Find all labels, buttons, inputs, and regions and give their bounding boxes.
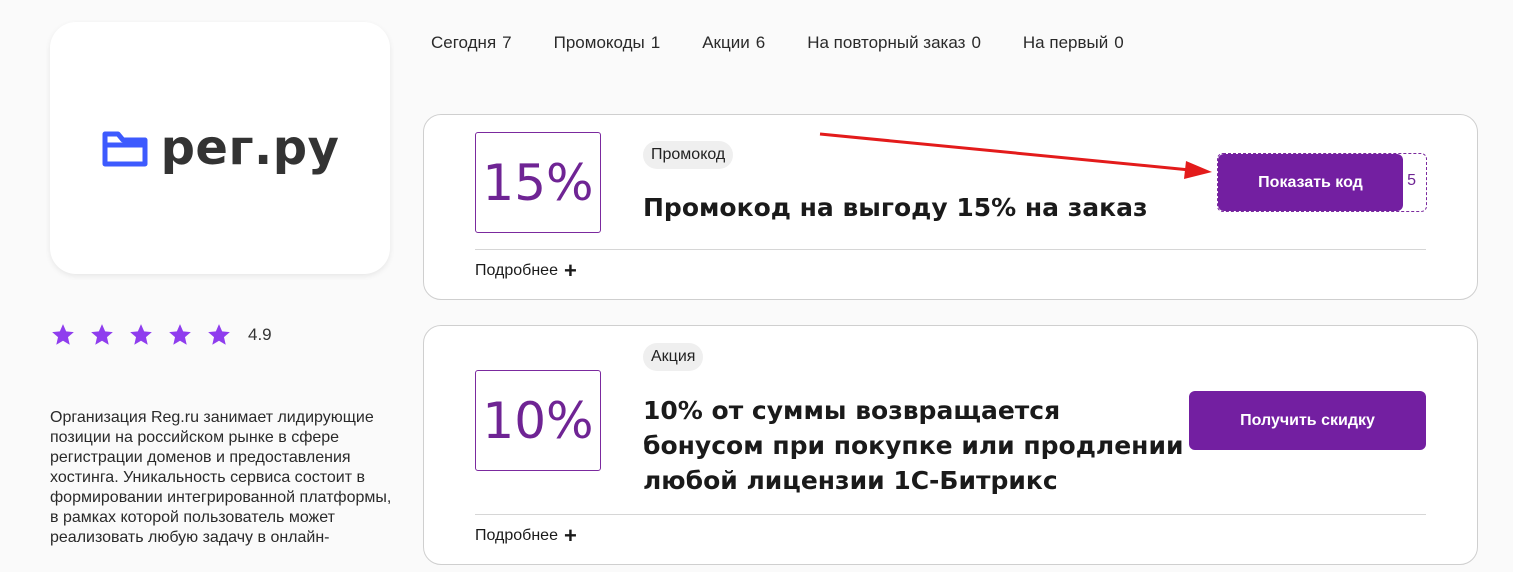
star-icon [91, 324, 113, 345]
tab-today[interactable]: Сегодня 7 [431, 33, 512, 53]
promo-code-hint: 5 [1407, 172, 1416, 189]
rating: 4.9 [50, 322, 272, 348]
offer-title: 10% от суммы возвращается бонусом при по… [643, 396, 1184, 495]
tab-label: Сегодня [431, 33, 497, 52]
tab-count: 0 [971, 33, 981, 52]
details-label: Подробнее [475, 262, 558, 279]
tab-promocodes[interactable]: Промокоды 1 [554, 33, 661, 53]
tab-label: Акции [702, 33, 750, 52]
divider [475, 514, 1426, 515]
offer-type-badge: Акция [643, 343, 704, 371]
brand-logo-card: рег.ру [50, 22, 390, 274]
tab-count: 0 [1114, 33, 1124, 52]
tab-promotions[interactable]: Акции 6 [702, 33, 765, 53]
discount-percent: 10% [475, 370, 601, 471]
offer-title: Промокод на выгоду 15% на заказ [643, 193, 1148, 222]
offer-tabs: Сегодня 7 Промокоды 1 Акции 6 На повторный … [431, 33, 1166, 53]
star-icon [208, 324, 230, 345]
rating-value: 4.9 [248, 325, 272, 344]
tab-label: Промокоды [553, 33, 645, 52]
details-toggle[interactable]: Подробнее + [475, 258, 577, 283]
brand-logo-text: рег.ру [160, 120, 340, 176]
company-description: Организация Reg.ru занимает лидирующие п… [50, 409, 392, 546]
plus-icon: + [563, 258, 577, 283]
discount-percent: 15% [475, 132, 601, 233]
tab-count: 6 [755, 33, 766, 52]
details-toggle[interactable]: Подробнее + [475, 523, 577, 548]
get-discount-button[interactable]: Получить скидку [1189, 391, 1426, 450]
star-icon [130, 324, 152, 345]
star-icon [52, 324, 74, 345]
tab-repeat-order[interactable]: На повторный заказ 0 [807, 33, 981, 53]
plus-icon: + [563, 523, 577, 548]
tab-count: 7 [502, 33, 512, 52]
brand-logo: рег.ру [101, 120, 340, 176]
tab-count: 1 [650, 33, 661, 52]
show-code-button[interactable]: Показать код [1218, 154, 1403, 211]
divider [475, 249, 1426, 250]
tab-first-order[interactable]: На первый 0 [1023, 33, 1124, 53]
offer-card-promotion: 10% Акция 10% от суммы возвращается бону… [423, 325, 1478, 565]
offer-card-promocode: 15% Промокод Промокод на выгоду 15% на з… [423, 114, 1478, 300]
folder-icon [102, 131, 148, 167]
tab-label: На первый [1022, 33, 1109, 52]
offer-type-badge: Промокод [643, 141, 734, 169]
star-icon [169, 324, 191, 345]
details-label: Подробнее [475, 527, 558, 544]
tab-label: На повторный заказ [807, 33, 966, 52]
